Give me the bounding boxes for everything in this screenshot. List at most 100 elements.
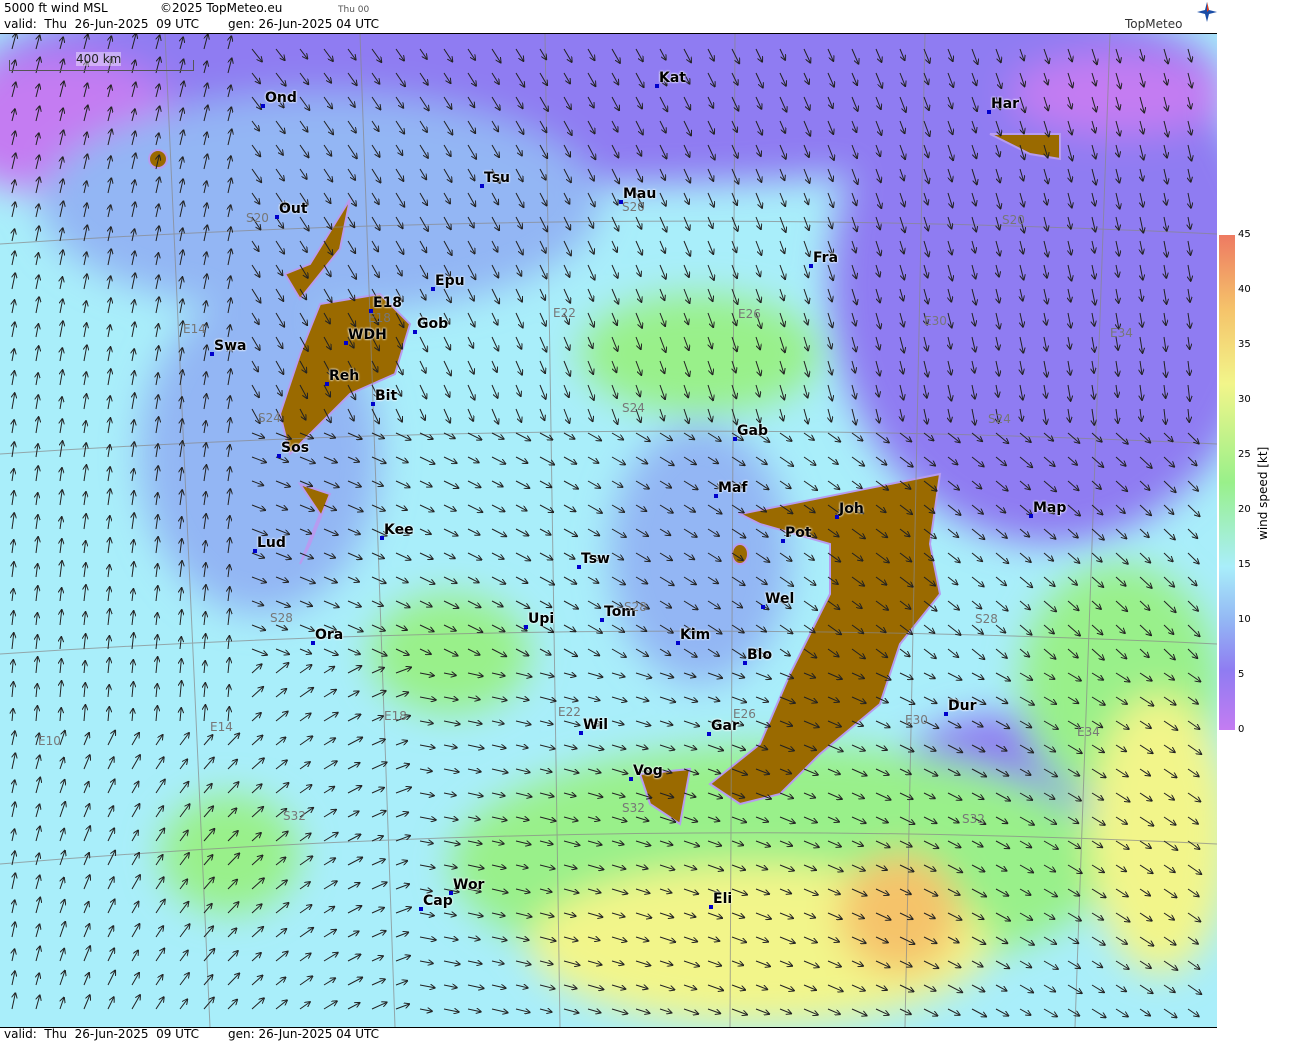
station-marker xyxy=(781,539,785,543)
legend-tick: 30 xyxy=(1238,394,1251,405)
graticule-label: S28 xyxy=(270,611,293,625)
graticule-label: E18 xyxy=(384,709,407,723)
station-marker xyxy=(709,905,713,909)
graticule-label: S24 xyxy=(622,401,645,415)
station-marker xyxy=(344,341,348,345)
city-label: Kat xyxy=(655,70,686,88)
city-label: Lud xyxy=(253,535,286,553)
footer-gen-time: gen: 26-Jun-2025 04 UTC xyxy=(228,1027,380,1041)
legend-tick: 25 xyxy=(1238,449,1251,460)
city-label: Cap xyxy=(419,893,453,911)
city-label: Maf xyxy=(714,480,747,498)
city-label: Har xyxy=(987,96,1019,114)
city-label: Tsw xyxy=(577,551,610,569)
station-marker xyxy=(413,330,417,334)
city-label: WDH xyxy=(344,327,387,345)
city-label: Wel xyxy=(761,591,794,609)
legend-tick: 20 xyxy=(1238,504,1251,515)
city-label: Eli xyxy=(709,891,732,909)
legend-tick: 10 xyxy=(1238,614,1251,625)
legend-tick: 35 xyxy=(1238,339,1251,350)
station-marker xyxy=(835,515,839,519)
station-marker xyxy=(480,184,484,188)
city-label: Vog xyxy=(629,763,663,781)
graticule-label: E30 xyxy=(924,314,947,328)
compass-star-icon xyxy=(1197,2,1217,22)
station-marker xyxy=(655,84,659,88)
graticule-label: E26 xyxy=(738,307,761,321)
station-marker xyxy=(524,625,528,629)
graticule-label: E26 xyxy=(733,707,756,721)
legend-tick: 5 xyxy=(1238,669,1245,680)
city-label: Blo xyxy=(743,647,772,665)
graticule-label: E10 xyxy=(38,734,61,748)
station-marker xyxy=(761,605,765,609)
graticule-label: S32 xyxy=(283,809,306,823)
legend-tick: 45 xyxy=(1238,229,1251,240)
city-label: Joh xyxy=(835,501,864,519)
station-marker xyxy=(253,549,257,553)
station-marker xyxy=(261,104,265,108)
color-legend xyxy=(1219,235,1235,730)
graticule-label: E34 xyxy=(1110,326,1133,340)
logo-text: TopMeteo xyxy=(1125,17,1183,31)
city-label: Gab xyxy=(733,423,768,441)
station-marker xyxy=(733,437,737,441)
station-marker xyxy=(987,110,991,114)
station-marker xyxy=(676,641,680,645)
city-label: Kee xyxy=(380,522,414,540)
city-label: Pot xyxy=(781,525,812,543)
legend-title: wind speed [kt] xyxy=(1256,446,1270,540)
city-label: Epu xyxy=(431,273,465,291)
station-marker xyxy=(275,215,279,219)
station-marker xyxy=(707,732,711,736)
city-label: Kim xyxy=(676,627,710,645)
station-marker xyxy=(1029,514,1033,518)
graticule-label: S20 xyxy=(1002,213,1025,227)
gen-time: gen: 26-Jun-2025 04 UTC xyxy=(228,17,380,31)
city-label: Bit xyxy=(371,388,397,406)
city-label: Out xyxy=(275,201,308,219)
graticule-label: S20 xyxy=(246,211,269,225)
wind-map[interactable]: 400 km Ond Kat Har Tsu Mau Out Fra Epu E18 WDH Gob… xyxy=(0,33,1217,1028)
graticule-label: E34 xyxy=(1077,725,1100,739)
city-label: Swa xyxy=(210,338,246,356)
legend-tick: 15 xyxy=(1238,559,1251,570)
graticule-label: E14 xyxy=(210,720,233,734)
city-label: Reh xyxy=(325,368,359,386)
legend-tick: 40 xyxy=(1238,284,1251,295)
station-marker xyxy=(210,352,214,356)
station-marker xyxy=(371,402,375,406)
station-marker xyxy=(629,777,633,781)
city-label: Tsu xyxy=(480,170,510,188)
wind-field xyxy=(0,34,1217,1027)
graticule-label: S28 xyxy=(624,600,647,614)
scale-label: 400 km xyxy=(76,52,122,66)
city-label: Gob xyxy=(413,316,448,334)
station-marker xyxy=(325,382,329,386)
map-title: 5000 ft wind MSL xyxy=(4,1,108,15)
valid-time: valid: Thu 26-Jun-2025 09 UTC xyxy=(4,17,199,31)
city-label: Fra xyxy=(809,250,838,268)
station-marker xyxy=(809,264,813,268)
legend-tick: 0 xyxy=(1238,724,1245,735)
station-marker xyxy=(579,731,583,735)
station-marker xyxy=(277,454,281,458)
station-marker xyxy=(431,287,435,291)
city-label: Map xyxy=(1029,500,1066,518)
graticule-label: E30 xyxy=(905,713,928,727)
city-label: Sos xyxy=(277,440,309,458)
graticule-label: E18 xyxy=(368,311,391,325)
graticule-label: S24 xyxy=(988,412,1011,426)
station-marker xyxy=(944,712,948,716)
station-marker xyxy=(311,641,315,645)
city-label: E18 xyxy=(369,295,402,313)
station-marker xyxy=(577,565,581,569)
city-label: Wil xyxy=(579,717,608,735)
station-marker xyxy=(419,907,423,911)
graticule-label: E22 xyxy=(553,306,576,320)
station-marker xyxy=(714,494,718,498)
graticule-label: E14 xyxy=(183,322,206,336)
city-label: Upi xyxy=(524,611,554,629)
graticule-label: S32 xyxy=(962,812,985,826)
